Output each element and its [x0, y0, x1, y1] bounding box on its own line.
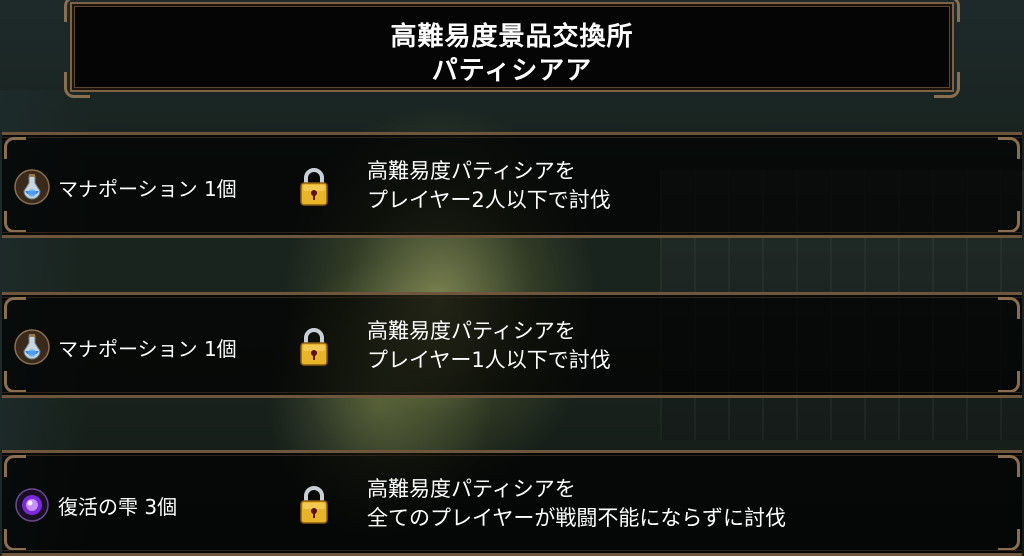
lock-icon [300, 328, 328, 366]
frame-corner-ornament [4, 297, 26, 319]
condition-line: 高難易度パティシアを [367, 477, 576, 501]
mana-potion-icon [14, 169, 50, 205]
reward-item-label: マナポーション 1個 [58, 337, 237, 361]
condition-line: 高難易度パティシアを [367, 319, 576, 343]
reward-item-label: 復活の雫 3個 [58, 495, 178, 519]
unlock-condition: 高難易度パティシアを プレイヤー1人以下で討伐 [367, 317, 611, 375]
frame-corner-ornament [4, 371, 26, 393]
unlock-condition: 高難易度パティシアを 全てのプレイヤーが戦闘不能にならずに討伐 [367, 475, 786, 533]
lock-icon [300, 486, 328, 524]
revival-drop-icon [15, 488, 49, 522]
frame-corner-ornament [4, 529, 26, 551]
lock-icon [300, 168, 328, 206]
game-screen: 高難易度景品交換所 パティシアア マナポーション 1個 高難易度パティシアを プ… [0, 0, 1024, 556]
title-panel: 高難易度景品交換所 パティシアア [64, 0, 960, 98]
frame-corner-ornament [998, 371, 1020, 393]
condition-line: 高難易度パティシアを [367, 159, 576, 183]
reward-row[interactable]: マナポーション 1個 高難易度パティシアを プレイヤー2人以下で討伐 [2, 132, 1022, 238]
reward-row[interactable]: マナポーション 1個 高難易度パティシアを プレイヤー1人以下で討伐 [2, 292, 1022, 398]
frame-corner-ornament [998, 455, 1020, 477]
frame-corner-ornament [998, 297, 1020, 319]
frame-corner-ornament [4, 137, 26, 159]
page-title: 高難易度景品交換所 [390, 22, 634, 52]
frame-corner-ornament [4, 455, 26, 477]
page-subtitle: パティシアア [431, 56, 593, 86]
reward-item-label: マナポーション 1個 [58, 177, 237, 201]
condition-line: 全てのプレイヤーが戦闘不能にならずに討伐 [367, 506, 786, 530]
reward-row[interactable]: 復活の雫 3個 高難易度パティシアを 全てのプレイヤーが戦闘不能にならずに討伐 [2, 450, 1022, 556]
frame-corner-ornament [998, 137, 1020, 159]
unlock-condition: 高難易度パティシアを プレイヤー2人以下で討伐 [367, 157, 611, 215]
frame-corner-ornament [4, 211, 26, 233]
condition-line: プレイヤー2人以下で討伐 [367, 188, 611, 212]
frame-corner-ornament [998, 211, 1020, 233]
mana-potion-icon [14, 329, 50, 365]
condition-line: プレイヤー1人以下で討伐 [367, 348, 611, 372]
frame-corner-ornament [998, 529, 1020, 551]
